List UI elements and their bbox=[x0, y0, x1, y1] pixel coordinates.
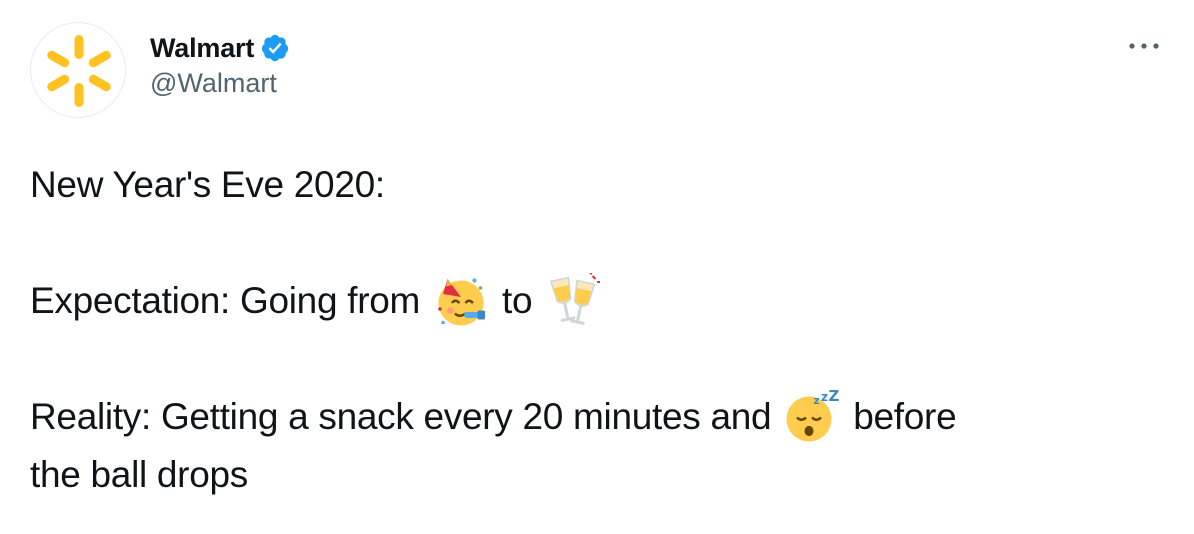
partying-face-icon bbox=[438, 278, 485, 326]
verified-badge-icon bbox=[261, 34, 289, 62]
svg-text:z: z bbox=[814, 395, 820, 407]
display-name[interactable]: Walmart bbox=[150, 33, 254, 64]
sleeping-face-icon: z z Z bbox=[786, 389, 840, 442]
clinking-glasses-icon bbox=[550, 273, 601, 325]
before-text: before bbox=[843, 396, 957, 437]
avatar[interactable] bbox=[30, 22, 126, 118]
tweet-card: Walmart @Walmart New Year's Eve 2020: Ex… bbox=[0, 0, 1194, 534]
handle[interactable]: @Walmart bbox=[150, 68, 290, 99]
tweet-line-1: New Year's Eve 2020: bbox=[30, 164, 385, 205]
to-text: to bbox=[492, 280, 543, 321]
svg-text:Z: Z bbox=[829, 389, 840, 405]
display-name-row: Walmart bbox=[150, 30, 290, 66]
tweet-line-4: the ball drops bbox=[30, 454, 248, 495]
tweet-text: New Year's Eve 2020: Expectation: Going … bbox=[30, 156, 1170, 504]
walmart-spark-logo-icon bbox=[47, 35, 111, 107]
svg-text:z: z bbox=[821, 390, 828, 404]
tweet-line-3: Reality: Getting a snack every 20 minute… bbox=[30, 388, 1170, 446]
expectation-text: Expectation: Going from bbox=[30, 280, 430, 321]
more-horizontal-icon[interactable] bbox=[1124, 30, 1164, 60]
reality-text: Reality: Getting a snack every 20 minute… bbox=[30, 396, 782, 437]
tweet-line-2: Expectation: Going from to bbox=[30, 272, 1170, 330]
author-names: Walmart @Walmart bbox=[150, 30, 290, 99]
